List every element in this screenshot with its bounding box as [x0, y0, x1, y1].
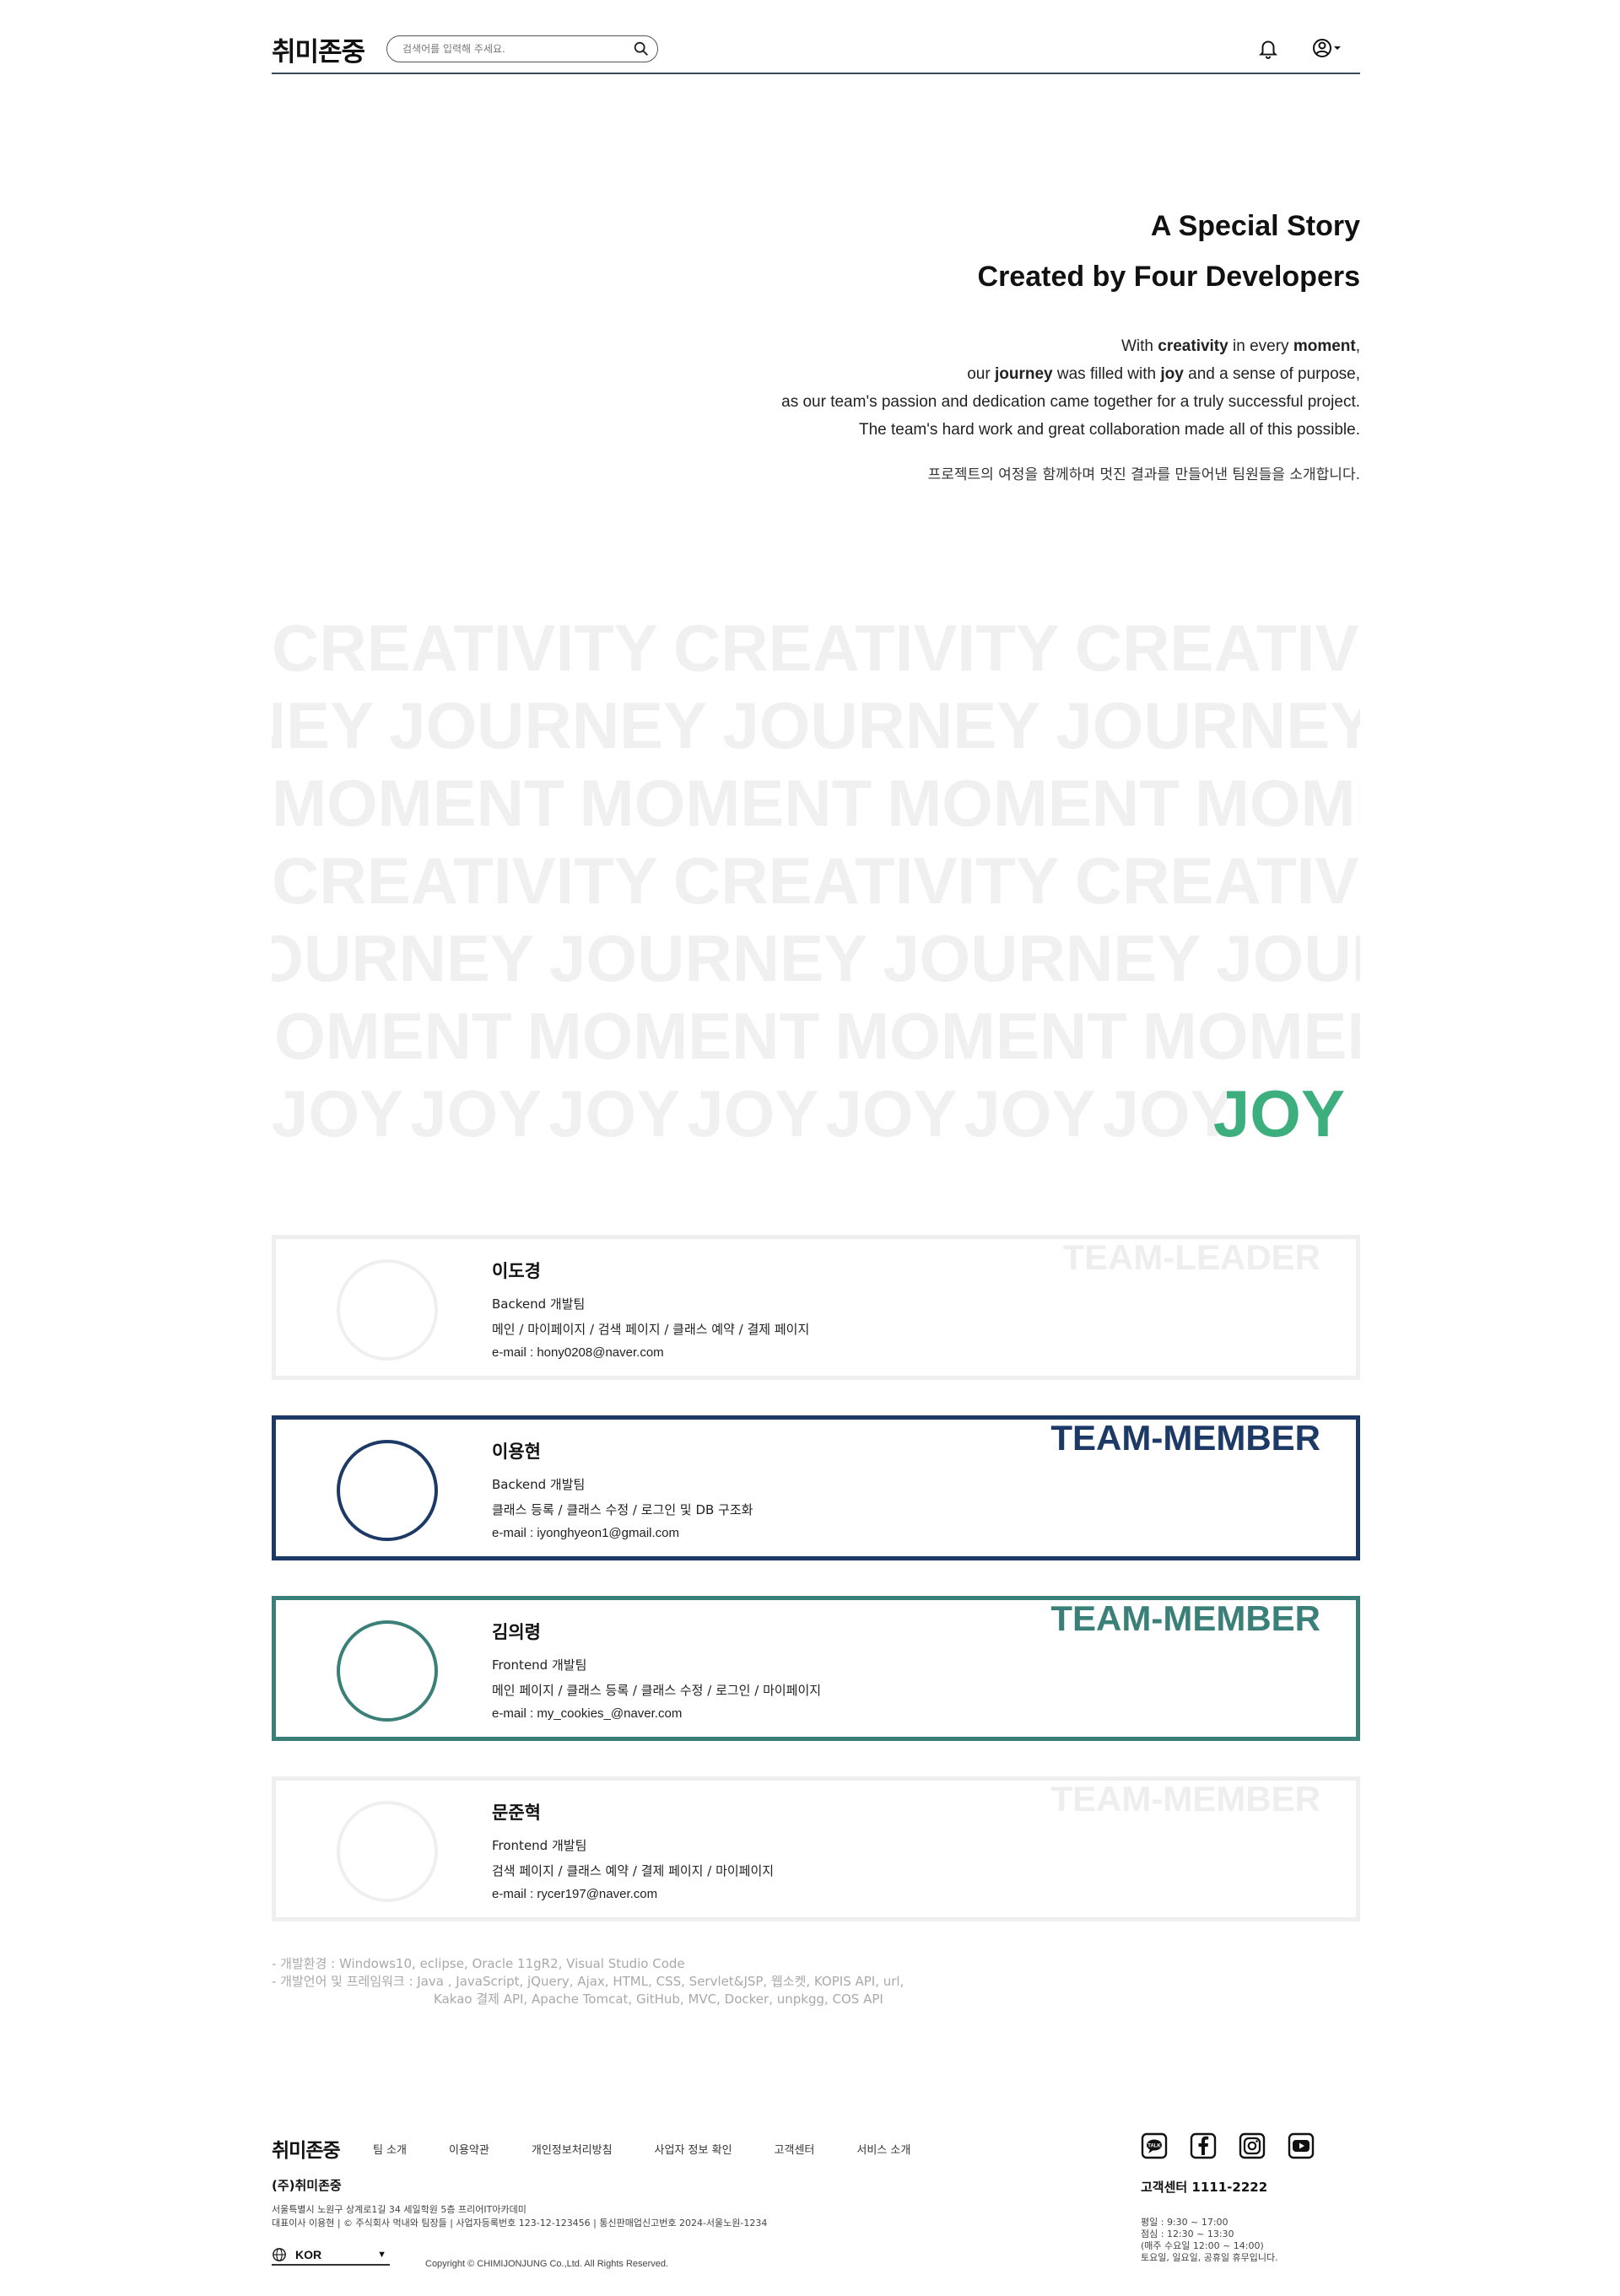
intro-line-3: as our team's passion and dedication cam… — [781, 393, 1360, 411]
site-footer: 취미존중 팀 소개 이용약관 개인정보처리방침 사업자 정보 확인 고객센터 서… — [272, 2132, 1360, 2276]
youtube-icon[interactable] — [1288, 2132, 1315, 2159]
intro-line-1: With creativity in every moment, — [1120, 337, 1360, 355]
member-pages: 메인 페이지 / 클래스 등록 / 클래스 수정 / 로그인 / 마이페이지 — [492, 1683, 822, 1698]
language-select[interactable]: KOR ▼ — [272, 2245, 390, 2266]
intro-paragraph: With creativity in every moment, our jou… — [781, 332, 1360, 444]
search-bar[interactable] — [386, 35, 658, 62]
footer-nav: 팀 소개 이용약관 개인정보처리방침 사업자 정보 확인 고객센터 서비스 소개 — [373, 2141, 953, 2157]
member-pages: 메인 / 마이페이지 / 검색 페이지 / 클래스 예약 / 결제 페이지 — [492, 1322, 810, 1337]
social-links: TALK — [1141, 2132, 1315, 2159]
avatar — [337, 1801, 438, 1902]
dev-lang-line: - 개발언어 및 프레임워크 : Java , JavaScript, jQue… — [272, 1974, 904, 1989]
dev-env-line: - 개발환경 : Windows10, eclipse, Oracle 11gR… — [272, 1956, 685, 1971]
word-row-moment-1: MOMENTMOMENTMOMENTMOMENT — [272, 766, 1360, 840]
intro-line-2: our journey was filled with joy and a se… — [967, 365, 1360, 383]
footer-link-terms[interactable]: 이용약관 — [449, 2141, 489, 2157]
member-team: Frontend 개발팀 — [492, 1657, 587, 1673]
team-role: TEAM-MEMBER — [1050, 1418, 1320, 1458]
team-role: TEAM-LEADER — [1062, 1237, 1320, 1277]
site-logo[interactable]: 취미존중 — [272, 30, 365, 68]
team-role: TEAM-MEMBER — [1050, 1598, 1320, 1638]
customer-center: 고객센터 1111-2222 — [1141, 2180, 1268, 2195]
avatar — [337, 1259, 438, 1361]
facebook-icon[interactable] — [1190, 2132, 1217, 2159]
search-icon[interactable] — [632, 40, 651, 58]
member-pages: 클래스 등록 / 클래스 수정 / 로그인 및 DB 구조화 — [492, 1502, 753, 1517]
intro-line-4: The team's hard work and great collabora… — [858, 421, 1360, 439]
intro-section: A Special Story Created by Four Develope… — [781, 201, 1360, 483]
kakao-talk-icon[interactable]: TALK — [1141, 2132, 1168, 2159]
member-name: 김의령 — [492, 1622, 541, 1642]
dropdown-arrow-icon: ▼ — [377, 2250, 386, 2260]
site-header: 취미존중 — [272, 25, 1360, 74]
avatar — [337, 1620, 438, 1722]
word-row-creativity-2: CREATIVITYCREATIVITYCREATIVITY — [272, 843, 1360, 918]
member-team: Backend 개발팀 — [492, 1477, 586, 1492]
intro-title-line2: Created by Four Developers — [977, 261, 1360, 293]
member-name: 이도경 — [492, 1261, 541, 1281]
team-role: TEAM-MEMBER — [1050, 1779, 1320, 1819]
word-row-journey-1: JOURNEYJOURNEYJOURNEYJOURNEY — [272, 688, 1360, 763]
member-name: 문준혁 — [492, 1803, 541, 1823]
business-hours: 평일 : 9:30 ~ 17:00 점심 : 12:30 ~ 13:30 (매주… — [1141, 2217, 1278, 2263]
intro-title-line1: A Special Story — [1150, 210, 1360, 242]
word-row-journey-2: JOURNEYJOURNEYJOURNEYJOURNEY — [272, 921, 1360, 995]
member-email: e-mail : rycer197@naver.com — [492, 1887, 658, 1901]
member-email: e-mail : iyonghyeon1@gmail.com — [492, 1526, 679, 1540]
dev-environment: - 개발환경 : Windows10, eclipse, Oracle 11gR… — [272, 1955, 904, 2008]
footer-logo[interactable]: 취미존중 — [272, 2134, 341, 2163]
intro-korean: 프로젝트의 여정을 함께하며 멋진 결과를 만들어낸 팀원들을 소개합니다. — [927, 466, 1360, 483]
team-card-leader: TEAM-LEADER 이도경 Backend 개발팀 메인 / 마이페이지 /… — [272, 1235, 1360, 1380]
team-card-member-3: TEAM-MEMBER 문준혁 Frontend 개발팀 검색 페이지 / 클래… — [272, 1776, 1360, 1921]
member-pages: 검색 페이지 / 클래스 예약 / 결제 페이지 / 마이페이지 — [492, 1863, 775, 1878]
dev-lang-line-cont: Kakao 결제 API, Apache Tomcat, GitHub, MVC… — [434, 1991, 883, 2007]
footer-link-team[interactable]: 팀 소개 — [373, 2141, 407, 2157]
user-menu-icon[interactable] — [1311, 37, 1347, 59]
footer-link-privacy[interactable]: 개인정보처리방침 — [532, 2141, 613, 2157]
member-name: 이용현 — [492, 1442, 541, 1462]
member-team: Backend 개발팀 — [492, 1296, 586, 1312]
word-row-joy: JOY JOY JOY JOY JOY JOY JOY JOY — [272, 1075, 1360, 1149]
footer-link-business[interactable]: 사업자 정보 확인 — [655, 2141, 732, 2157]
team-card-member-1: TEAM-MEMBER 이용현 Backend 개발팀 클래스 등록 / 클래스… — [272, 1415, 1360, 1560]
keyword-wall: CREATIVITYCREATIVITYCREATIVITY JOURNEYJO… — [272, 609, 1360, 1149]
instagram-icon[interactable] — [1239, 2132, 1266, 2159]
member-team: Frontend 개발팀 — [492, 1838, 587, 1853]
footer-address: 서울특별시 노원구 상계로1길 34 세일학원 5층 프리어IT아카데미 대표이… — [272, 2204, 768, 2229]
avatar — [337, 1440, 438, 1541]
language-value: KOR — [295, 2248, 322, 2261]
team-card-member-2: TEAM-MEMBER 김의령 Frontend 개발팀 메인 페이지 / 클래… — [272, 1596, 1360, 1741]
search-input[interactable] — [402, 40, 613, 57]
joy-highlight: JOY — [1212, 1076, 1345, 1149]
svg-text:TALK: TALK — [1148, 2144, 1161, 2149]
footer-link-service[interactable]: 서비스 소개 — [856, 2141, 910, 2157]
member-email: e-mail : my_cookies_@naver.com — [492, 1706, 683, 1721]
globe-icon — [273, 2248, 286, 2261]
word-row-moment-2: MOMENTMOMENTMOMENTMOMENT — [272, 999, 1360, 1073]
word-row-creativity-1: CREATIVITYCREATIVITYCREATIVITY — [272, 611, 1360, 685]
footer-copyright: Copyright © CHIMIJONJUNG Co.,Ltd. All Ri… — [425, 2259, 669, 2269]
member-email: e-mail : hony0208@naver.com — [492, 1345, 664, 1360]
footer-company: (주)취미존중 — [272, 2178, 342, 2193]
bell-icon[interactable] — [1257, 37, 1279, 59]
footer-link-support[interactable]: 고객센터 — [775, 2141, 815, 2157]
